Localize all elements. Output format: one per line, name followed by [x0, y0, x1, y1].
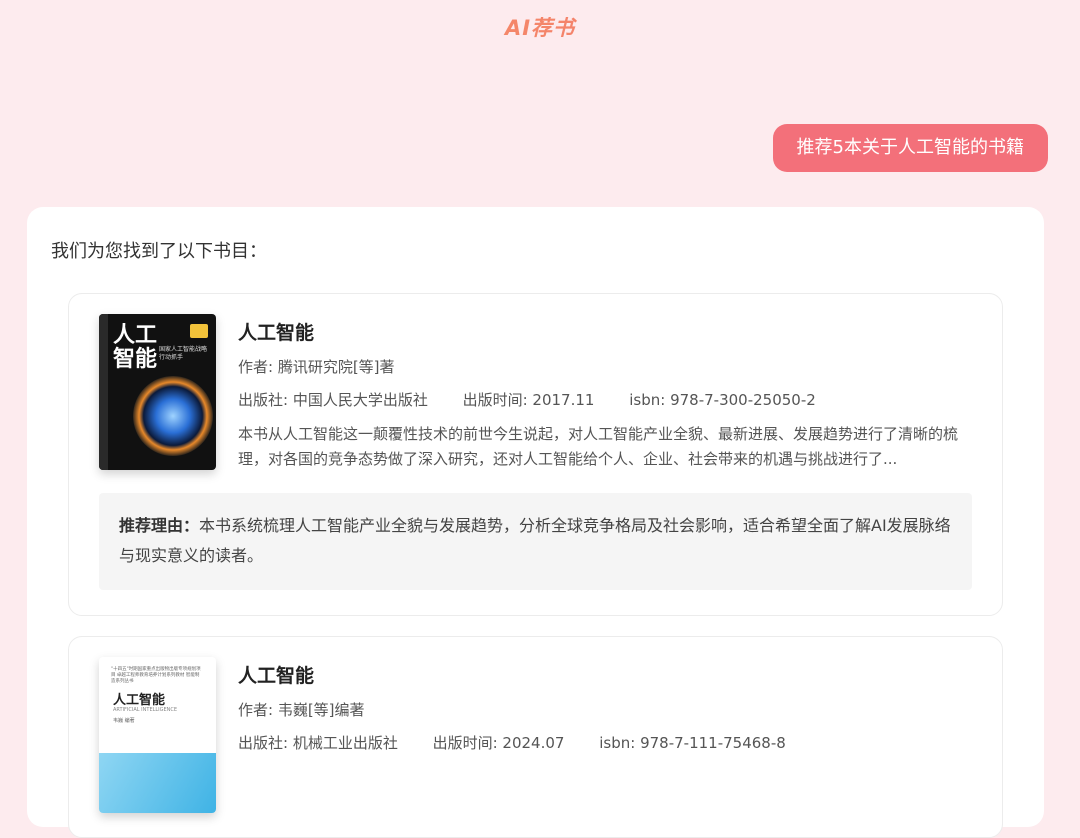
- book-meta: 出版社: 机械工业出版社 出版时间: 2024.07 isbn: 978-7-1…: [238, 732, 816, 753]
- recommend-reason-label: 推荐理由：: [119, 516, 200, 535]
- answer-intro: 我们为您找到了以下书目：: [51, 241, 267, 262]
- book-description: 本书从人工智能这一颠覆性技术的前世今生说起，对人工智能产业全貌、最新进展、发展趋…: [238, 425, 959, 468]
- cover-subtitle: 国家人工智能战略行动抓手: [159, 346, 208, 361]
- user-message-bubble: 推荐5本关于人工智能的书籍: [772, 124, 1048, 172]
- recommend-reason-box: 推荐理由：本书系统梳理人工智能产业全貌与发展趋势，分析全球竞争格局及社会影响，适…: [99, 493, 972, 590]
- book-card[interactable]: "十四五"时期国家重点出版物出版专项规划项目 卓越工程师教育培养计划系列教材 智…: [68, 636, 1003, 838]
- book-title[interactable]: 人工智能: [238, 318, 314, 345]
- book-card[interactable]: 人工 智能 国家人工智能战略行动抓手 人工智能 作者: 腾讯研究院[等]著 出版社…: [68, 293, 1003, 616]
- book-cover-image[interactable]: "十四五"时期国家重点出版物出版专项规划项目 卓越工程师教育培养计划系列教材 智…: [99, 657, 216, 813]
- book-publisher: 出版社: 中国人民大学出版社: [238, 391, 428, 409]
- book-publisher: 出版社: 机械工业出版社: [238, 734, 398, 752]
- book-pub-date: 出版时间: 2017.11: [462, 391, 595, 409]
- book-author: 作者: 腾讯研究院[等]著: [238, 358, 395, 376]
- cover-spine: [99, 314, 108, 470]
- cover-badge: [190, 324, 208, 338]
- book-author: 作者: 韦巍[等]编著: [238, 701, 365, 719]
- cover-title: 人工智能: [113, 323, 158, 372]
- cover-authors: 韦巍 编著: [113, 718, 135, 724]
- app-logo: AI荐书: [0, 12, 1080, 42]
- cover-illustration: [99, 753, 216, 813]
- answer-card: 我们为您找到了以下书目： 人工 智能 国家人工智能战略行动抓手 人工智能 作者: …: [27, 207, 1044, 838]
- recommend-reason-text: 本书系统梳理人工智能产业全貌与发展趋势，分析全球竞争格局及社会影响，适合希望全面…: [119, 516, 951, 565]
- book-title[interactable]: 人工智能: [238, 661, 314, 688]
- book-meta: 出版社: 中国人民大学出版社 出版时间: 2017.11 isbn: 978-7…: [238, 389, 846, 410]
- recommend-reason: 推荐理由：本书系统梳理人工智能产业全貌与发展趋势，分析全球竞争格局及社会影响，适…: [119, 511, 955, 571]
- cover-illustration: [133, 376, 213, 456]
- cover-title: 人工智能: [113, 693, 166, 708]
- cover-english-title: ARTIFICIAL INTELLIGENCE: [113, 707, 178, 713]
- book-cover-image[interactable]: 人工 智能 国家人工智能战略行动抓手: [99, 314, 216, 470]
- book-isbn: isbn: 978-7-300-25050-2: [629, 391, 816, 409]
- book-pub-date: 出版时间: 2024.07: [432, 734, 565, 752]
- book-isbn: isbn: 978-7-111-75468-8: [599, 734, 786, 752]
- cover-top-text: "十四五"时期国家重点出版物出版专项规划项目 卓越工程师教育培养计划系列教材 智…: [111, 667, 201, 684]
